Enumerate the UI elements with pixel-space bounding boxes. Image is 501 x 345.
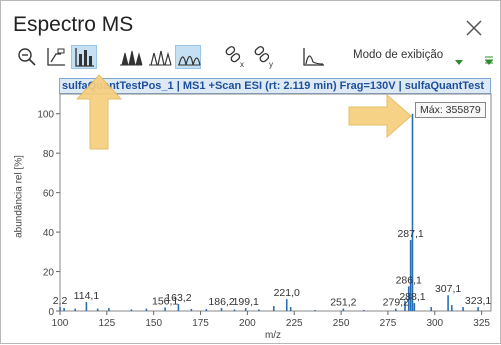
chart-settings-icon[interactable]: [71, 45, 97, 69]
y-tick-label: 60: [43, 189, 55, 200]
close-icon[interactable]: [464, 18, 484, 38]
y-tick-label: 40: [43, 228, 55, 239]
unlink-y-icon[interactable]: y: [252, 45, 278, 69]
peaks-icon-1[interactable]: [118, 45, 144, 69]
highlight-arrow-right-icon: [348, 93, 412, 139]
window-title: Espectro MS: [13, 13, 134, 36]
peak-label: 114,1: [74, 290, 100, 302]
x-tick-label: 150: [145, 318, 162, 329]
plot-frame: [59, 93, 492, 312]
peaks-icon-2[interactable]: [147, 45, 173, 69]
peak-label: 323,1: [465, 295, 491, 307]
highlight-arrow-up-icon: [75, 74, 123, 150]
display-mode-dropdown[interactable]: Modo de exibição: [353, 49, 443, 61]
curve-icon[interactable]: [301, 45, 327, 69]
y-axis-label: abundância rel [%]: [13, 155, 25, 238]
x-tick-label: 200: [239, 318, 256, 329]
peak-label: 156,1: [152, 295, 178, 307]
peak-label: 279,2: [383, 297, 409, 309]
peak-label: 186,2: [208, 296, 234, 308]
svg-text:x: x: [240, 60, 244, 69]
x-tick-label: 250: [333, 318, 350, 329]
x-tick-label: 325: [473, 318, 490, 329]
zoom-icon[interactable]: [15, 45, 39, 69]
y-tick-label: 20: [43, 268, 55, 279]
x-axis-label: m/z: [265, 330, 281, 341]
x-tick-label: 275: [380, 318, 397, 329]
peak-label: 286,1: [396, 274, 422, 286]
x-tick-label: 125: [99, 318, 116, 329]
y-tick-label: 80: [43, 149, 55, 160]
peak-label: 251,2: [330, 297, 356, 309]
svg-text:y: y: [269, 60, 273, 69]
x-tick-label: 175: [192, 318, 209, 329]
peak-label: 307,1: [435, 283, 461, 295]
peak-label: 287,1: [397, 228, 423, 240]
y-tick-label: 100: [37, 110, 54, 121]
unlink-x-icon[interactable]: x: [223, 45, 249, 69]
x-tick-label: 225: [286, 318, 303, 329]
peak-label: 163,2: [165, 292, 191, 304]
peak-label: 2,2: [53, 295, 68, 307]
max-tooltip: Máx: 355879: [415, 102, 486, 118]
peaks-icon-3[interactable]: [175, 45, 201, 69]
peak-label: 199,1: [233, 296, 259, 308]
mode-dropdown-arrow-icon[interactable]: [455, 60, 463, 65]
axis-icon[interactable]: [44, 45, 68, 69]
x-tick-label: 100: [52, 318, 69, 329]
y-tick-label: 0: [48, 307, 54, 318]
x-tick-label: 300: [426, 318, 443, 329]
peak-label: 288,1: [399, 291, 425, 303]
peak-label: 221,0: [274, 287, 300, 299]
mode-extra-icon[interactable]: [484, 51, 494, 64]
ms-spectrum-window: Espectro MS x y Modo de exibição sulfaQu…: [0, 0, 501, 344]
spectrum-header: sulfaQuantTestPos_1 | MS1 +Scan ESI (rt:…: [59, 78, 491, 94]
